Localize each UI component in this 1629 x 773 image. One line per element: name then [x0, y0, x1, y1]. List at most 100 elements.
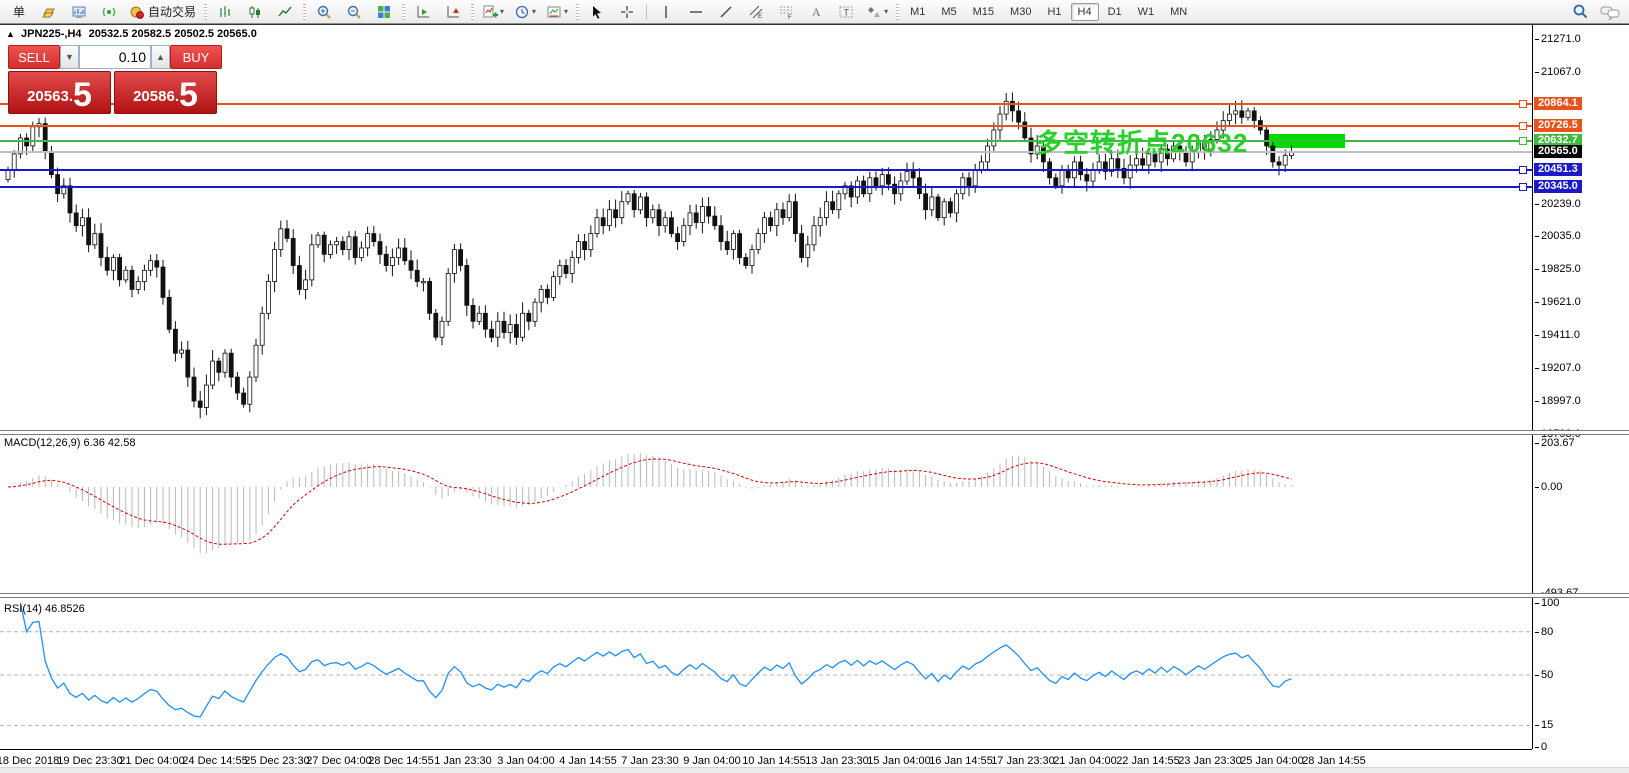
time-axis-label: 25 Jan 04:00: [1240, 755, 1304, 767]
trendline-button[interactable]: [712, 1, 740, 23]
line-chart-button[interactable]: [271, 1, 299, 23]
cursor-button[interactable]: [583, 1, 611, 23]
search-button[interactable]: [1566, 1, 1594, 23]
crosshair-icon: [619, 4, 635, 20]
level-drag-handle[interactable]: [1519, 166, 1527, 174]
market-watch-icon: [71, 4, 87, 20]
price-axis-tick: 18997.0: [1535, 395, 1581, 407]
new-order-label: 单: [13, 3, 25, 20]
toolbar-handle: [576, 4, 579, 20]
toolbar: 单 自动交易 ▾ ▾ ▾ E F A T ▾ M1M5M15M30H1H4D1W…: [0, 0, 1629, 24]
volume-increase-button[interactable]: ▲: [151, 45, 170, 69]
level-drag-handle[interactable]: [1519, 137, 1527, 145]
gold-button[interactable]: [35, 1, 63, 23]
bar-chart-button[interactable]: [211, 1, 239, 23]
volume-input[interactable]: [79, 45, 151, 69]
timeframe-h1[interactable]: H1: [1040, 3, 1068, 21]
time-axis-label: 21 Dec 04:00: [119, 755, 184, 767]
candlestick-chart-button[interactable]: [241, 1, 269, 23]
price-level-line[interactable]: [0, 125, 1532, 127]
autotrading-icon: [129, 4, 145, 20]
equidistant-channel-icon: E: [748, 4, 764, 20]
horizontal-line-button[interactable]: [682, 1, 710, 23]
buy-quote[interactable]: 20586.5: [114, 71, 217, 114]
macd-axis-tick: 203.67: [1535, 437, 1575, 449]
text-label-button[interactable]: T: [832, 1, 860, 23]
fibonacci-button[interactable]: F: [772, 1, 800, 23]
timeframe-m15[interactable]: M15: [966, 3, 1001, 21]
turning-point-annotation[interactable]: 多空转折点20632: [1036, 123, 1248, 160]
rsi-pane[interactable]: [0, 601, 1532, 749]
time-axis-label: 9 Jan 04:00: [683, 755, 741, 767]
toolbar-handle: [204, 4, 207, 20]
timeframe-m1[interactable]: M1: [903, 3, 932, 21]
shapes-button[interactable]: ▾: [862, 1, 892, 23]
auto-scroll-button[interactable]: [409, 1, 437, 23]
price-level-line[interactable]: [0, 169, 1532, 171]
time-axis-label: 23 Jan 23:30: [1178, 755, 1242, 767]
price-axis[interactable]: 20864.120726.520632.720565.020451.320345…: [1532, 25, 1629, 749]
periods-clock-icon: [514, 4, 530, 20]
pane-separator[interactable]: [0, 593, 1629, 598]
zoom-in-button[interactable]: [310, 1, 338, 23]
templates-icon: [546, 4, 562, 20]
vertical-line-icon: [658, 4, 674, 20]
price-axis-tick: 20239.0: [1535, 198, 1581, 210]
toolbar-handle: [471, 4, 474, 20]
price-level-line[interactable]: [0, 151, 1532, 153]
bottom-strip: [0, 767, 1629, 773]
search-icon: [1572, 3, 1589, 20]
collapse-panel-arrow[interactable]: ▲: [6, 29, 15, 39]
timeframe-d1[interactable]: D1: [1101, 3, 1129, 21]
autotrading-button[interactable]: 自动交易: [125, 1, 200, 23]
time-axis-label: 21 Jan 04:00: [1053, 755, 1117, 767]
shapes-icon: [866, 4, 882, 20]
price-axis-tick: 19621.0: [1535, 296, 1581, 308]
timeframe-m30[interactable]: M30: [1003, 3, 1038, 21]
vertical-line-button[interactable]: [652, 1, 680, 23]
timeframe-group: M1M5M15M30H1H4D1W1MN: [902, 3, 1195, 21]
price-pane[interactable]: [0, 25, 1532, 430]
level-price-badge: 20451.3: [1534, 163, 1582, 176]
fibonacci-icon: F: [778, 4, 794, 20]
crosshair-button[interactable]: [613, 1, 641, 23]
price-level-line[interactable]: [0, 103, 1532, 105]
volume-decrease-button[interactable]: ▼: [60, 45, 79, 69]
new-order-button[interactable]: 单: [5, 1, 33, 23]
signals-icon: [101, 4, 117, 20]
price-level-line[interactable]: [0, 140, 1532, 142]
level-drag-handle[interactable]: [1519, 100, 1527, 108]
market-watch-button[interactable]: [65, 1, 93, 23]
chart-window[interactable]: ▲ JPN225-,H4 20532.5 20582.5 20502.5 205…: [0, 24, 1629, 773]
level-price-badge: 20726.5: [1534, 119, 1582, 132]
svg-text:T: T: [844, 7, 850, 17]
gold-icon: [41, 4, 57, 20]
sell-quote[interactable]: 20563.5: [8, 71, 111, 114]
buy-button[interactable]: BUY: [170, 45, 222, 69]
timeframe-mn[interactable]: MN: [1163, 3, 1194, 21]
text-button[interactable]: A: [802, 1, 830, 23]
timeframe-m5[interactable]: M5: [934, 3, 963, 21]
periods-button[interactable]: ▾: [510, 1, 540, 23]
auto-scroll-icon: [415, 4, 431, 20]
zoom-out-button[interactable]: [340, 1, 368, 23]
equidistant-channel-button[interactable]: E: [742, 1, 770, 23]
timeframe-h4[interactable]: H4: [1071, 3, 1099, 21]
timeframe-w1[interactable]: W1: [1131, 3, 1162, 21]
signals-button[interactable]: [95, 1, 123, 23]
sell-button[interactable]: SELL: [8, 45, 60, 69]
templates-button[interactable]: ▾: [542, 1, 572, 23]
price-level-line[interactable]: [0, 186, 1532, 188]
tile-windows-button[interactable]: [370, 1, 398, 23]
pane-separator[interactable]: [0, 430, 1629, 435]
chart-shift-button[interactable]: [439, 1, 467, 23]
level-drag-handle[interactable]: [1519, 183, 1527, 191]
text-label-icon: T: [838, 4, 854, 20]
add-indicator-button[interactable]: ▾: [478, 1, 508, 23]
chat-button[interactable]: [1596, 1, 1624, 23]
toolbar-handle: [402, 4, 405, 20]
autotrading-label: 自动交易: [148, 3, 196, 20]
macd-pane[interactable]: [0, 434, 1532, 593]
level-drag-handle[interactable]: [1519, 122, 1527, 130]
line-chart-icon: [277, 4, 293, 20]
